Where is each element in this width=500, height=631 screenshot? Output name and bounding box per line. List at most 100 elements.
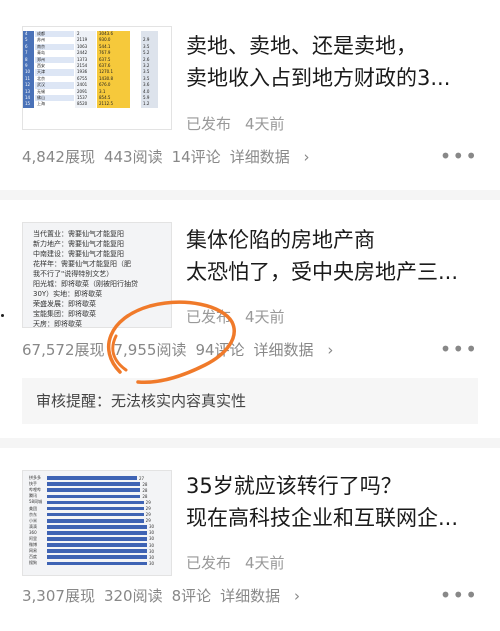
bar	[47, 494, 141, 499]
bar-label: 京东	[29, 511, 37, 517]
more-options-icon[interactable]: •••	[440, 583, 478, 607]
bar-label: 美团	[29, 505, 37, 511]
bar-value: 28	[142, 481, 148, 487]
bar-label: 拼多多	[29, 475, 41, 481]
bar-label: 百度	[29, 554, 37, 560]
article-stats: 67,572展现 7,955阅读 94评论 详细数据 ›	[22, 339, 351, 360]
title-line-2: 卖地收入占到地方财政的3...	[186, 66, 451, 90]
text-list-image: 当代置业：需要仙气才能复阳 新力地产：需要仙气才能复阳 中南建设：需要仙气才能复阳花…	[23, 223, 171, 328]
section-divider	[0, 190, 500, 200]
list-item: 我不行了"说得特别文艺）	[33, 270, 114, 278]
reads-count: 320阅读	[103, 587, 163, 605]
bar-label: 网易	[29, 548, 37, 554]
article-thumbnail[interactable]: 当代置业：需要仙气才能复阳 新力地产：需要仙气才能复阳 中南建设：需要仙气才能复阳花…	[22, 222, 172, 328]
list-item: 30Y）实地：即将歇菜	[33, 290, 103, 298]
comments-count: 94评论	[195, 341, 245, 359]
list-item: 荣盛发展：即将歇菜	[33, 300, 96, 308]
details-link[interactable]: 详细数据 ›	[220, 587, 309, 605]
views-count: 4,842展现	[22, 148, 95, 166]
details-label: 详细数据	[253, 341, 314, 359]
bar	[47, 518, 144, 523]
publish-status: 已发布 4天前	[186, 552, 299, 573]
bar-value: 30	[149, 530, 155, 536]
section-divider	[0, 438, 500, 448]
bar-value: 30	[149, 548, 155, 554]
bar	[47, 555, 147, 560]
publish-time: 4天前	[245, 115, 285, 133]
reads-count: 7,955阅读	[113, 341, 187, 359]
article-title[interactable]: 35岁就应该转行了吗？ 现在高科技企业和互联网企...	[186, 470, 486, 534]
bar-label: 腾讯	[29, 493, 37, 499]
bar-value: 28	[142, 493, 148, 499]
bar-value: 29	[145, 506, 151, 512]
bar	[47, 525, 147, 529]
bar-value: 30	[149, 536, 155, 542]
bar	[47, 488, 141, 493]
bar-value: 29	[145, 512, 151, 518]
review-notice: 审核提醒：无法核实内容真实性	[22, 378, 478, 424]
bar-value: 27	[139, 475, 145, 481]
bar-row: 搜狗 30	[29, 560, 165, 566]
bar-value: 30	[149, 554, 155, 560]
article-stats: 3,307展现 320阅读 8评论 详细数据 ›	[22, 585, 318, 606]
article-thumbnail[interactable]: 4 成都 2 3043.6 5 苏州 2119 930.0 2.9 6 南京 1063 544.1 3.5…	[22, 26, 172, 130]
published-label: 已发布	[186, 115, 232, 133]
bar	[47, 531, 147, 535]
more-options-icon[interactable]: •••	[440, 337, 478, 361]
bar-label: 微博	[29, 542, 37, 548]
bar-label: 小米	[29, 517, 37, 523]
list-item: 宝能集团：即将歇菜	[33, 310, 96, 318]
bar-value: 30	[149, 560, 155, 566]
list-item: 当代置业：需要仙气才能复阳	[33, 230, 124, 238]
title-line-2: 现在高科技企业和互联网企...	[186, 506, 459, 530]
bar-label: 阿里	[29, 535, 37, 541]
bar	[47, 537, 147, 541]
reads-count: 443阅读	[103, 148, 163, 166]
chevron-right-icon: ›	[293, 587, 300, 605]
bar-chart-image: 拼多多 27 快手 28 哔哩哔 28 腾讯 28 58同城 29 美团 29 京东 29 小米 29 滴滴 30…	[23, 471, 171, 570]
table-cell: 8520	[75, 101, 97, 108]
article-title[interactable]: 集体伦陷的房地产商 太恐怕了，受中央房地产三...	[186, 224, 486, 288]
bar-value: 29	[145, 518, 151, 524]
publish-status: 已发布 4天前	[186, 306, 299, 327]
bar-value: 30	[149, 524, 155, 530]
list-item: 花样年：需要仙气才能复阳（肥	[33, 260, 131, 268]
bar	[47, 500, 144, 505]
bar	[47, 561, 147, 566]
ranking-table-image: 4 成都 2 3043.6 5 苏州 2119 930.0 2.9 6 南京 1063 544.1 3.5…	[23, 27, 171, 129]
chevron-right-icon: ›	[303, 148, 310, 166]
bar	[47, 543, 147, 547]
article-title[interactable]: 卖地、卖地、还是卖地， 卖地收入占到地方财政的3...	[186, 30, 486, 94]
title-line-1: 集体伦陷的房地产商	[186, 228, 375, 252]
bar-label: 58同城	[29, 499, 43, 505]
bar-label: 快手	[29, 481, 37, 487]
bar-label: 搜狗	[29, 560, 37, 566]
chevron-right-icon: ›	[327, 341, 334, 359]
bar	[47, 476, 137, 480]
details-label: 详细数据	[220, 587, 281, 605]
stray-dot	[1, 314, 4, 317]
published-label: 已发布	[186, 308, 232, 326]
list-item: 中南建设：需要仙气才能复阳	[33, 250, 124, 258]
details-link[interactable]: 详细数据 ›	[254, 341, 343, 359]
bar-label: 360	[29, 530, 37, 536]
bar-value: 29	[145, 499, 151, 505]
bar	[47, 512, 144, 517]
comments-count: 8评论	[171, 587, 212, 605]
bar	[47, 482, 141, 486]
title-line-1: 35岁就应该转行了吗？	[186, 474, 402, 498]
list-item: 天房：即将歇菜	[33, 320, 82, 328]
article-stats: 4,842展现 443阅读 14评论 详细数据 ›	[22, 146, 327, 167]
bar	[47, 506, 144, 511]
details-link[interactable]: 详细数据 ›	[230, 148, 319, 166]
more-options-icon[interactable]: •••	[440, 144, 478, 168]
list-item: 新力地产：需要仙气才能复阳	[33, 240, 124, 248]
article-thumbnail[interactable]: 拼多多 27 快手 28 哔哩哔 28 腾讯 28 58同城 29 美团 29 京东 29 小米 29 滴滴 30…	[22, 470, 172, 576]
title-line-2: 太恐怕了，受中央房地产三...	[186, 260, 459, 284]
bar-value: 30	[149, 542, 155, 548]
views-count: 67,572展现	[22, 341, 105, 359]
publish-status: 已发布 4天前	[186, 113, 299, 134]
details-label: 详细数据	[229, 148, 290, 166]
bar-label: 滴滴	[29, 523, 37, 529]
table-cell: 1.2	[141, 101, 159, 108]
